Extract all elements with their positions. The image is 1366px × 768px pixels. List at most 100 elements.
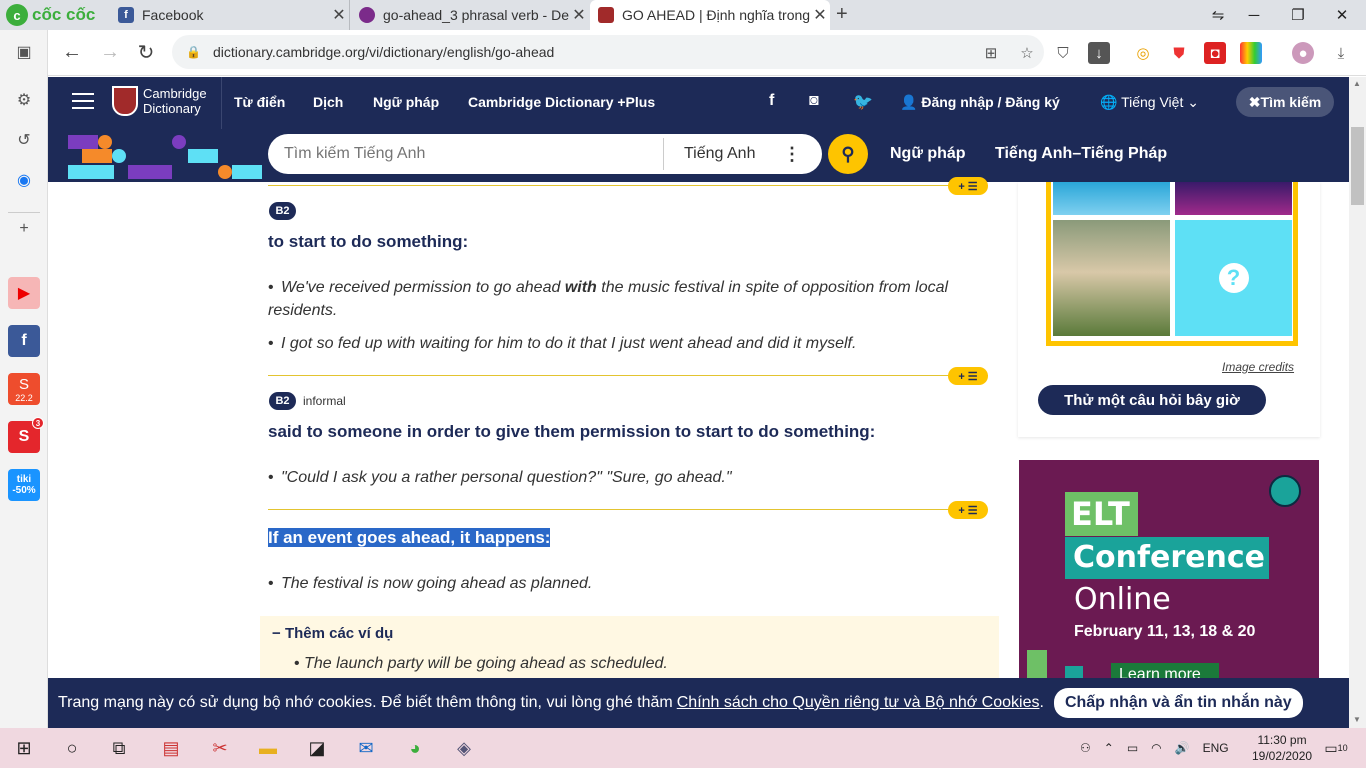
close-tab-icon[interactable]: ✕ <box>569 5 589 25</box>
more-examples-panel: − Thêm các ví dụ • The launch party will… <box>260 616 999 686</box>
nav-translate[interactable]: Dịch <box>313 94 343 110</box>
url-field[interactable]: 🔒 dictionary.cambridge.org/vi/dictionary/… <box>172 35 1044 69</box>
download-box-icon[interactable]: ↓ <box>1088 42 1110 64</box>
bookmark-star-icon[interactable]: ☆ <box>1016 42 1038 64</box>
accept-cookies-button[interactable]: Chấp nhận và ẩn tin nhắn này <box>1053 688 1303 718</box>
app-chart-icon[interactable]: ▤ <box>155 732 187 764</box>
facebook-icon[interactable]: f <box>8 325 40 357</box>
outlook-icon[interactable]: ✉ <box>350 732 382 764</box>
shield-icon[interactable]: ⛉ <box>1052 42 1074 64</box>
adblock-icon[interactable]: ⛊ <box>1168 42 1190 64</box>
translate-icon[interactable]: ⊞ <box>980 42 1002 64</box>
nav-dictionary[interactable]: Từ điển <box>234 94 285 110</box>
search-toggle-label: Tìm kiếm <box>1260 94 1322 110</box>
more-examples-toggle[interactable]: − Thêm các ví dụ <box>272 625 393 642</box>
level-badge: B2 <box>269 202 296 220</box>
quiz-image-unknown[interactable]: ? <box>1175 220 1292 336</box>
app-snip-icon[interactable]: ✂ <box>204 732 236 764</box>
login-link[interactable]: 👤 Đăng nhập / Đăng ký <box>900 94 1060 111</box>
new-tab-button[interactable]: + <box>836 3 848 26</box>
reload-button[interactable]: ↻ <box>132 38 160 66</box>
profile-avatar[interactable]: ● <box>1292 42 1314 64</box>
try-quiz-button[interactable]: Thử một câu hỏi bây giờ <box>1038 385 1266 415</box>
settings-gear-icon[interactable]: ⚙ <box>8 84 40 116</box>
sidebar-toggle-icon[interactable]: ▣ <box>8 36 40 68</box>
add-to-list-button[interactable]: + ☰ <box>948 367 988 385</box>
image-credits-link[interactable]: Image credits <box>1222 360 1294 374</box>
quiz-image-pool[interactable] <box>1053 182 1170 215</box>
red-ext-icon[interactable]: ◘ <box>1204 42 1226 64</box>
maximize-button[interactable]: ❐ <box>1276 0 1320 30</box>
cambridge-logo[interactable]: Cambridge Dictionary <box>112 86 207 116</box>
tab-go-ahead-phrasal[interactable]: go-ahead_3 phrasal verb - De ✕ <box>351 0 589 30</box>
more-examples-title: Thêm các ví dụ <box>284 625 394 642</box>
battery-icon[interactable]: ▭ <box>1127 741 1138 755</box>
coccoc-brand[interactable]: c cốc cốc <box>6 3 95 27</box>
notification-center-icon[interactable]: ▭ 10 <box>1320 732 1352 764</box>
add-to-list-button[interactable]: + ☰ <box>948 177 988 195</box>
color-ext-icon[interactable] <box>1240 42 1262 64</box>
english-french-link[interactable]: Tiếng Anh–Tiếng Pháp <box>995 145 1167 163</box>
downloads-icon[interactable]: ⤓ <box>1330 42 1352 64</box>
example-sentence: • The festival is now going ahead as plan… <box>268 575 593 592</box>
scroll-down-icon[interactable]: ▼ <box>1353 715 1361 724</box>
file-explorer-icon[interactable]: ▬ <box>252 732 284 764</box>
nav-grammar[interactable]: Ngữ pháp <box>373 94 439 110</box>
minimize-button[interactable]: ─ <box>1232 0 1276 30</box>
more-vertical-icon[interactable]: ⋮ <box>783 144 801 165</box>
close-window-button[interactable]: ✕ <box>1320 0 1364 30</box>
quiz-image-night[interactable] <box>1175 182 1292 215</box>
add-sidebar-icon[interactable]: + <box>8 212 40 244</box>
search-button[interactable]: ⚲ <box>828 134 868 174</box>
wifi-icon[interactable]: ◠ <box>1151 741 1161 755</box>
decor-dot <box>172 135 186 149</box>
app-slate-icon[interactable]: ◈ <box>448 732 480 764</box>
task-view-icon[interactable]: ⧉ <box>103 732 135 764</box>
login-text: Đăng nhập / Đăng ký <box>921 94 1060 110</box>
menu-hamburger-icon[interactable] <box>72 93 94 113</box>
search-circle-icon[interactable]: ○ <box>56 732 88 764</box>
scroll-up-icon[interactable]: ▲ <box>1353 79 1361 88</box>
search-toggle-button[interactable]: ✖ Tìm kiếm <box>1236 87 1334 117</box>
tiki-icon[interactable]: tiki -50% <box>8 469 40 501</box>
volume-icon[interactable]: 🔊 <box>1175 741 1190 755</box>
tray-chevron-up-icon[interactable]: ⌃ <box>1104 741 1114 755</box>
search-input[interactable] <box>268 145 663 163</box>
elt-conference-ad[interactable]: ELT Conference Online February 11, 13, 1… <box>1019 460 1319 680</box>
people-icon[interactable]: ⚇ <box>1080 741 1091 755</box>
chrome-ext-icon[interactable]: ◎ <box>1132 42 1154 64</box>
nav-plus[interactable]: Cambridge Dictionary +Plus <box>468 94 655 110</box>
coccoc-taskbar-icon[interactable]: ◕ <box>399 732 431 764</box>
quiz-image-playhouse[interactable] <box>1053 220 1170 336</box>
close-tab-icon[interactable]: ✕ <box>329 5 349 25</box>
grammar-link[interactable]: Ngữ pháp <box>890 145 966 163</box>
forward-button[interactable]: → <box>96 38 124 66</box>
sendo-icon[interactable]: S3 <box>8 417 44 453</box>
privacy-policy-link[interactable]: Chính sách cho Quyền riêng tư và Bộ nhớ … <box>677 694 1040 712</box>
windows-start-icon[interactable]: ⊞ <box>8 732 40 764</box>
history-icon[interactable]: ↺ <box>8 124 40 156</box>
logo-line-1: Cambridge <box>143 86 207 101</box>
tab-facebook[interactable]: f Facebook ✕ <box>110 0 350 30</box>
logo-line-2: Dictionary <box>143 101 201 116</box>
dictionary-selector[interactable]: Tiếng Anh <box>663 138 783 170</box>
add-to-list-button[interactable]: + ☰ <box>948 501 988 519</box>
twitter-icon[interactable]: 🐦 <box>853 92 873 112</box>
input-language[interactable]: ENG <box>1203 741 1229 755</box>
ad-text-elt: ELT <box>1065 492 1138 536</box>
url-text: dictionary.cambridge.org/vi/dictionary/e… <box>212 44 555 60</box>
instagram-icon[interactable]: ◙ <box>809 92 819 110</box>
scrollbar-thumb[interactable] <box>1351 127 1364 205</box>
tab-cambridge-active[interactable]: GO AHEAD | Định nghĩa trong ✕ <box>590 0 830 30</box>
youtube-icon[interactable]: ▶ <box>8 277 40 309</box>
sticky-notes-icon[interactable]: ◪ <box>301 732 333 764</box>
clock[interactable]: 11:30 pm 19/02/2020 <box>1252 732 1312 764</box>
facebook-social-icon[interactable]: f <box>769 92 774 110</box>
back-button[interactable]: ← <box>58 38 86 66</box>
messenger-icon[interactable]: ◉ <box>8 164 40 196</box>
user-icon: 👤 <box>900 94 922 110</box>
language-selector[interactable]: 🌐 Tiếng Việt ⌄ <box>1100 94 1199 111</box>
close-tab-icon[interactable]: ✕ <box>810 5 830 25</box>
shopee-icon[interactable]: S 22.2 <box>8 373 40 405</box>
page-scrollbar[interactable]: ▲ ▼ <box>1349 77 1366 728</box>
